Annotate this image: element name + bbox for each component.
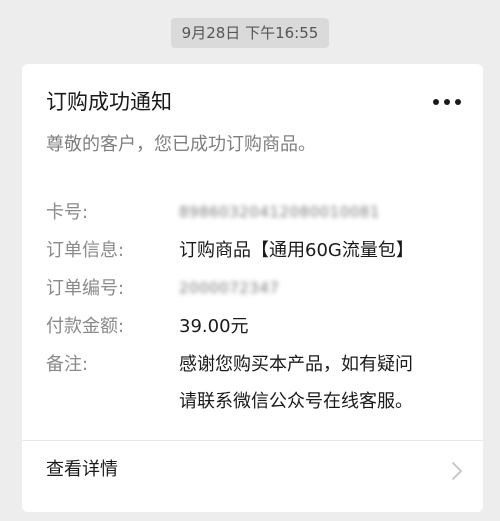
card-title: 订购成功通知 [46, 90, 172, 114]
timestamp-container: 9月28日 下午16:55 [0, 18, 500, 48]
order-number-value: 2000072347 [179, 279, 280, 297]
card-number-value: 89860320412080010081 [179, 203, 380, 221]
notification-card: 订购成功通知 尊敬的客户，您已成功订购商品。 卡号: 8986032041208… [22, 64, 483, 512]
message-timestamp: 9月28日 下午16:55 [170, 18, 330, 48]
payment-amount-value: 39.00元 [179, 316, 249, 337]
remarks-line-2: 请联系微信公众号在线客服。 [179, 391, 413, 412]
card-number-label: 卡号: [46, 202, 89, 223]
view-details-label: 查看详情 [46, 459, 118, 480]
payment-amount-label: 付款金额: [46, 316, 125, 337]
chevron-right-icon [451, 461, 463, 481]
greeting-text: 尊敬的客户，您已成功订购商品。 [46, 134, 316, 155]
remarks-label: 备注: [46, 354, 89, 375]
order-number-label: 订单编号: [46, 278, 125, 299]
order-info-value: 订购商品【通用60G流量包】 [179, 240, 414, 261]
remarks-line-1: 感谢您购买本产品，如有疑问 [179, 354, 413, 375]
more-dots-icon [433, 99, 461, 105]
view-details-link[interactable]: 查看详情 [22, 441, 483, 501]
more-options-button[interactable] [431, 94, 463, 110]
remarks-value: 感谢您购买本产品，如有疑问 请联系微信公众号在线客服。 [179, 346, 469, 420]
order-info-label: 订单信息: [46, 240, 125, 261]
